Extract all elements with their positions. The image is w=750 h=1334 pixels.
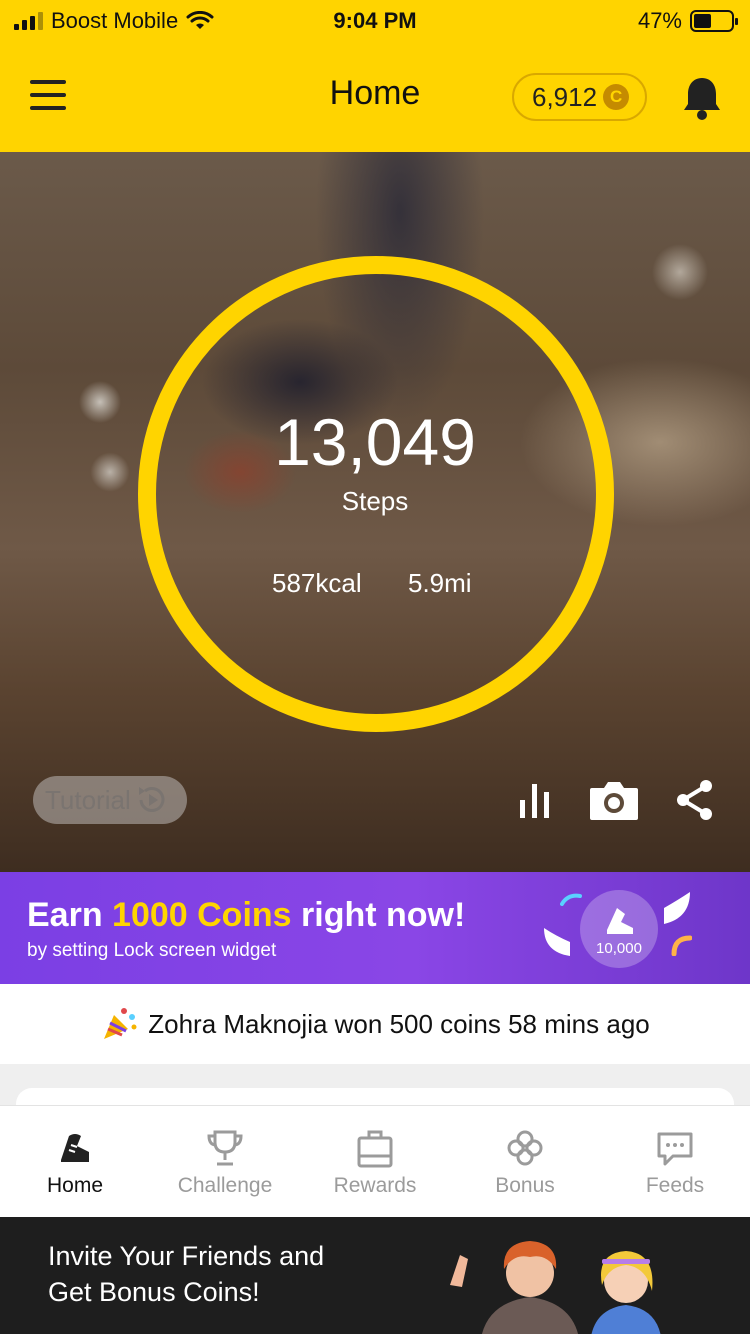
winner-ticker: Zohra Maknojia won 500 coins 58 mins ago [0,984,750,1064]
battery-icon [690,10,738,32]
tab-challenge[interactable]: Challenge [150,1106,300,1218]
coin-balance: 6,912 [532,81,598,112]
shoe-icon [61,1134,89,1162]
status-right: 47% [637,8,738,34]
share-icon[interactable] [674,778,716,822]
step-label: Steps [341,486,409,516]
tab-home[interactable]: Home [0,1106,150,1218]
tab-rewards[interactable]: Rewards [300,1106,450,1218]
promo-subtitle: by setting Lock screen widget [27,940,277,961]
clover-icon [507,1130,543,1166]
wing-icon [544,928,570,956]
promo-title-post: right now! [291,896,466,934]
step-badge: 10,000 [580,890,658,968]
tutorial-label: Tutorial [45,784,131,815]
distance-value: 5.9mi [408,568,472,598]
camera-icon[interactable] [588,778,640,822]
winner-message: Zohra Maknojia won 500 coins 58 mins ago [148,1008,650,1039]
chat-bubble-icon [657,1132,693,1166]
confetti-icon [671,935,692,956]
earn-coins-banner[interactable]: Earn 1000 Coins right now! by setting Lo… [0,872,750,984]
shopping-bag-icon [357,1130,393,1168]
app-header: Home 6,912 C [0,44,750,152]
promo-title-pre: Earn [27,896,113,934]
party-popper-icon [104,1008,137,1039]
tab-label: Bonus [495,1174,555,1197]
status-bar: Boost Mobile 9:04 PM 47% [0,0,750,44]
wing-icon [664,892,690,924]
bottom-tab-bar: Home Challenge Rewards Bonus Feeds [0,1105,750,1217]
confetti-icon [560,893,582,906]
tab-feeds[interactable]: Feeds [600,1106,750,1218]
step-count: 13,049 [274,405,476,479]
stats-icon[interactable] [518,780,552,820]
replay-icon [138,787,165,812]
promo-title-highlight: 1000 Coins [112,896,292,934]
tab-label: Home [46,1174,104,1197]
coin-balance-button[interactable]: 6,912 C [512,73,647,121]
invite-friends-banner[interactable]: Invite Your Friends and Get Bonus Coins! [0,1217,750,1334]
invite-line-1: Invite Your Friends and [48,1241,325,1271]
tab-label: Challenge [177,1174,273,1197]
trophy-icon [207,1130,243,1166]
invite-line-2: Get Bonus Coins! [48,1277,260,1307]
tab-bonus[interactable]: Bonus [450,1106,600,1218]
shoe-icon [607,908,633,934]
tab-label: Feeds [645,1174,705,1197]
step-hero: 13,049 Steps 587kcal 5.9mi Tutorial [0,152,750,872]
calories-value: 587kcal [272,568,362,598]
coin-icon: C [603,84,630,110]
bell-icon[interactable] [682,76,722,120]
friends-illustration [450,1241,661,1334]
battery-percent: 47% [637,8,682,33]
tab-label: Rewards [333,1174,417,1197]
tutorial-button[interactable]: Tutorial [33,776,187,824]
badge-value: 10,000 [596,940,642,957]
promo-title: Earn 1000 Coins right now! [27,896,465,935]
